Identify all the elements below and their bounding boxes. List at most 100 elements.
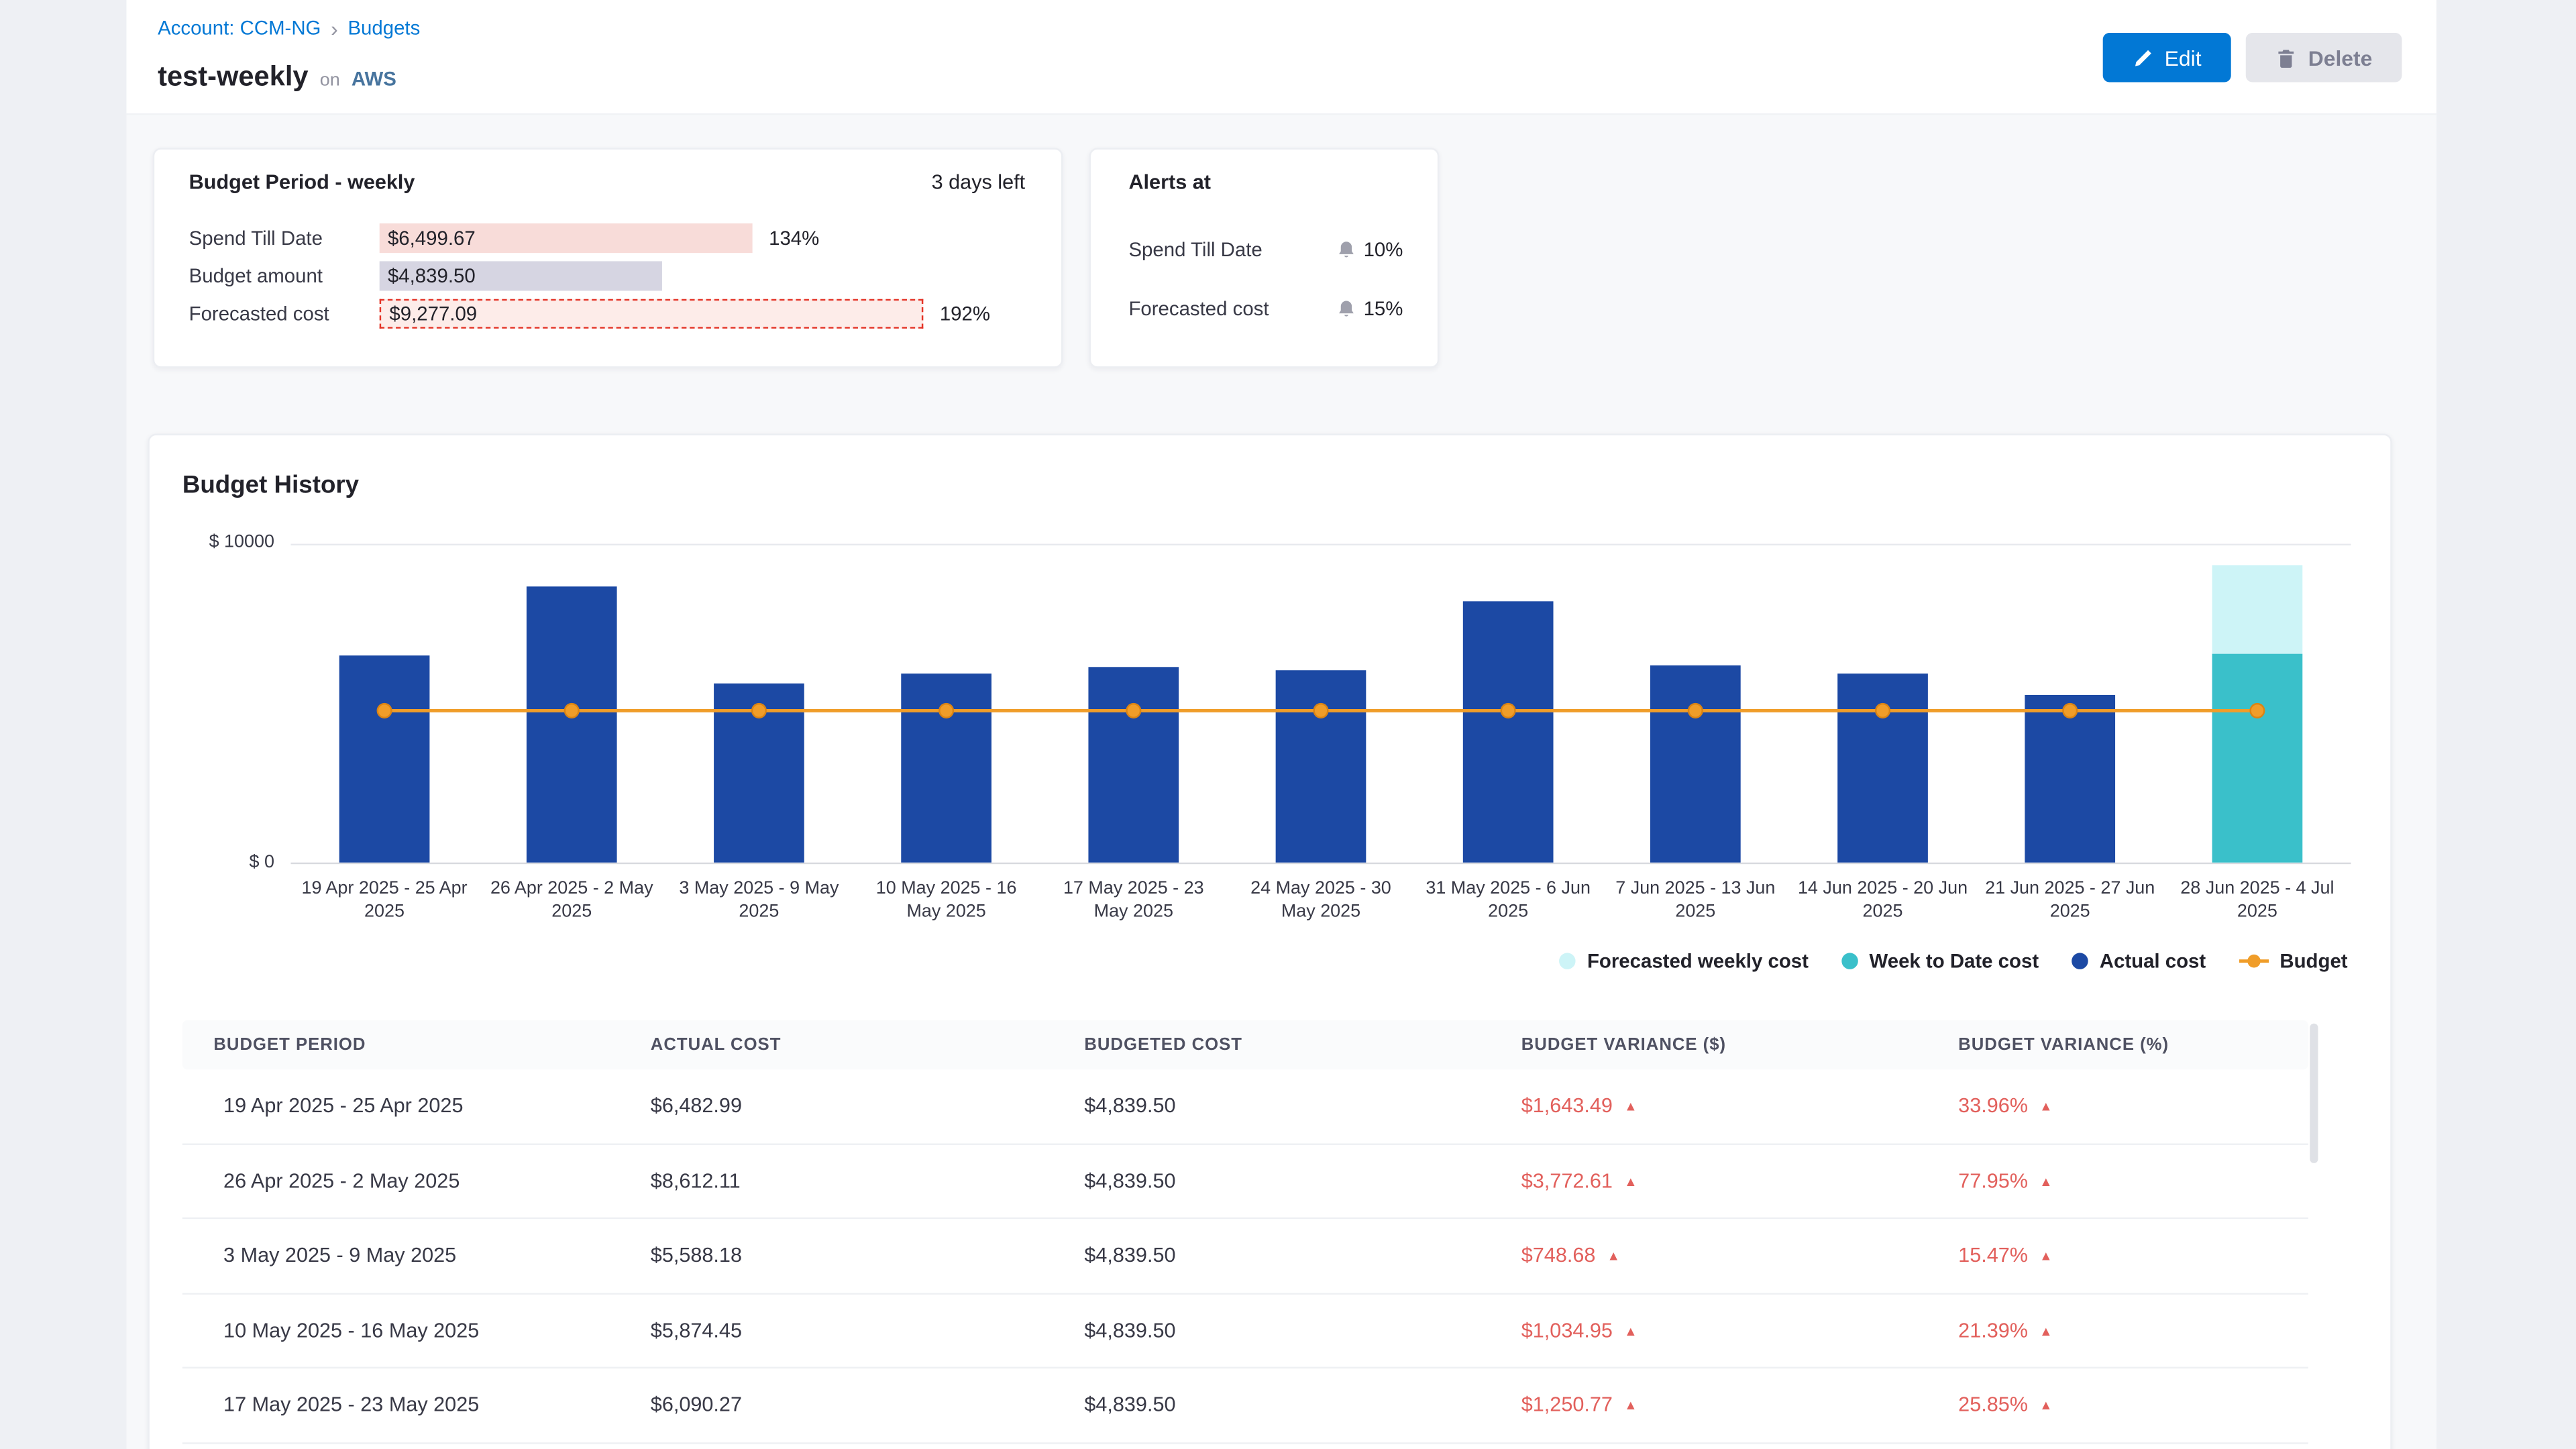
variance-up-icon: ▲ [1624,1399,1637,1413]
table-row: 3 May 2025 - 9 May 2025$5,588.18$4,839.5… [182,1219,2308,1293]
chart-x-label: 17 May 2025 - 23 May 2025 [1040,877,1227,924]
cell-budgeted-cost: $4,839.50 [1084,1169,1521,1192]
legend-label: Forecasted weekly cost [1587,950,1809,973]
alert-rows: Spend Till Date10%Forecasted cost15% [1091,235,1438,323]
chart-x-label: 7 Jun 2025 - 13 Jun 2025 [1602,877,1789,924]
trash-icon [2275,47,2297,68]
budget-period-row-label: Forecasted cost [189,301,380,324]
title-row: test-weekly on AWS [158,61,396,94]
table-row: 19 Apr 2025 - 25 Apr 2025$6,482.99$4,839… [182,1069,2308,1144]
budget-line-point [1688,704,1703,718]
chart-x-label: 19 Apr 2025 - 25 Apr 2025 [290,877,478,924]
variance-up-icon: ▲ [1607,1249,1620,1264]
chart-x-label: 28 Jun 2025 - 4 Jul 2025 [2163,877,2351,924]
budget-period-title: Budget Period - weekly [189,171,415,194]
budget-period-row-label: Spend Till Date [189,226,380,249]
budget-line-point [1876,704,1890,718]
chart-legend: Forecasted weekly cost Week to Date cost A… [1559,950,2347,973]
edit-button[interactable]: Edit [2102,33,2231,82]
legend-marker [1559,953,1575,969]
edit-button-label: Edit [2165,45,2202,70]
alert-threshold-value: 15% [1364,297,1403,320]
budget-line-point [752,704,766,718]
variance-up-icon: ▲ [1624,1324,1637,1338]
budget-line-legend-marker [2239,952,2268,970]
budget-line-overlay [290,545,2351,866]
table-scrollbar-thumb[interactable] [2310,1024,2318,1163]
cell-budget-period: 19 Apr 2025 - 25 Apr 2025 [182,1095,651,1118]
breadcrumb: Account: CCM-NG › Budgets [158,16,420,39]
table-header-actual-cost: ACTUAL COST [651,1035,1085,1055]
budget-history-card: Budget History $ 10000 $ 0 19 Apr 2025 -… [148,434,2392,1449]
table-header-budget-variance-pct: BUDGET VARIANCE (%) [1958,1035,2308,1055]
breadcrumb-budgets-link[interactable]: Budgets [347,16,420,39]
cell-actual-cost: $6,482.99 [651,1095,1085,1118]
legend-item[interactable]: Week to Date cost [1841,950,2039,973]
table-row: 10 May 2025 - 16 May 2025$5,874.45$4,839… [182,1294,2308,1368]
page: Account: CCM-NG › Budgets test-weekly on… [0,0,2576,1449]
budget-period-row-label: Budget amount [189,264,380,286]
cell-budget-variance-usd: $1,034.95▲ [1521,1319,1958,1342]
cell-budget-period: 17 May 2025 - 23 May 2025 [182,1393,651,1416]
page-body: Budget Period - weekly 3 days left Spend… [127,115,2436,1449]
cell-budgeted-cost: $4,839.50 [1084,1393,1521,1416]
budget-period-percent: 192% [940,301,990,324]
budget-period-bar-value: $6,499.67 [380,226,476,249]
legend-marker [2072,953,2088,969]
chevron-right-icon: › [331,17,338,39]
variance-up-icon: ▲ [1624,1099,1637,1114]
table-body: 19 Apr 2025 - 25 Apr 2025$6,482.99$4,839… [182,1069,2308,1443]
cell-budgeted-cost: $4,839.50 [1084,1319,1521,1342]
cell-budgeted-cost: $4,839.50 [1084,1095,1521,1118]
legend-label: Actual cost [2100,950,2206,973]
cell-budget-variance-usd: $1,643.49▲ [1521,1095,1958,1118]
cloud-provider-label: AWS [352,67,396,90]
page-header: Account: CCM-NG › Budgets test-weekly on… [127,0,2436,115]
pencil-icon [2132,47,2153,68]
budget-period-bar-budget: $4,839.50 [380,260,662,290]
chart-x-label: 31 May 2025 - 6 Jun 2025 [1415,877,1602,924]
alerts-card: Alerts at Spend Till Date10%Forecasted c… [1089,148,1440,368]
breadcrumb-account-link[interactable]: Account: CCM-NG [158,16,321,39]
cell-budget-variance-usd: $748.68▲ [1521,1244,1958,1267]
legend-item[interactable]: Actual cost [2072,950,2206,973]
chart-x-label: 24 May 2025 - 30 May 2025 [1227,877,1414,924]
alert-row-label: Forecasted cost [1128,297,1335,320]
y-axis-max-label: $ 10000 [150,532,274,551]
legend-marker [1841,953,1858,969]
bell-icon [1336,239,1357,260]
budget-period-bar-value: $4,839.50 [380,264,476,286]
chart-x-label: 26 Apr 2025 - 2 May 2025 [478,877,665,924]
legend-item[interactable]: Forecasted weekly cost [1559,950,1809,973]
cell-budget-variance-usd: $3,772.61▲ [1521,1169,1958,1192]
bell-icon [1336,298,1357,319]
cell-budget-variance-pct: 25.85%▲ [1958,1393,2308,1416]
budget-period-rows: Spend Till Date$6,499.67 134% Budget amoun… [154,219,1061,332]
table-header-row: BUDGET PERIODACTUAL COSTBUDGETED COSTBUD… [182,1020,2308,1069]
delete-button[interactable]: Delete [2246,33,2402,82]
alert-threshold-value: 10% [1364,238,1403,261]
budget-line-point [1314,704,1328,718]
cell-actual-cost: $6,090.27 [651,1393,1085,1416]
budget-history-table: BUDGET PERIODACTUAL COSTBUDGETED COSTBUD… [182,1020,2308,1444]
cell-budget-variance-pct: 21.39%▲ [1958,1319,2308,1342]
budget-line-point [2251,704,2265,718]
variance-up-icon: ▲ [2039,1324,2052,1338]
budget-period-row: Forecasted cost$9,277.09 192% [154,294,1061,331]
budget-period-percent: 134% [769,226,819,249]
table-header-budget-period: BUDGET PERIOD [182,1035,651,1055]
cell-actual-cost: $5,874.45 [651,1319,1085,1342]
title-connector: on [320,70,340,90]
cell-budgeted-cost: $4,839.50 [1084,1244,1521,1267]
budget-period-bar-spend: $6,499.67 [380,223,753,252]
legend-item[interactable]: Budget [2239,950,2347,973]
cell-budget-period: 10 May 2025 - 16 May 2025 [182,1319,651,1342]
chart-x-label: 10 May 2025 - 16 May 2025 [853,877,1040,924]
chart-x-label: 3 May 2025 - 9 May 2025 [665,877,853,924]
budget-period-bar-forecast: $9,277.09 [380,298,924,327]
chart-x-axis-labels: 19 Apr 2025 - 25 Apr 202526 Apr 2025 - 2… [290,877,2351,924]
header-actions: Edit Delete [2102,33,2402,82]
table-header-budget-variance-usd: BUDGET VARIANCE ($) [1521,1035,1958,1055]
delete-button-label: Delete [2308,45,2373,70]
budget-line-point [1501,704,1515,718]
